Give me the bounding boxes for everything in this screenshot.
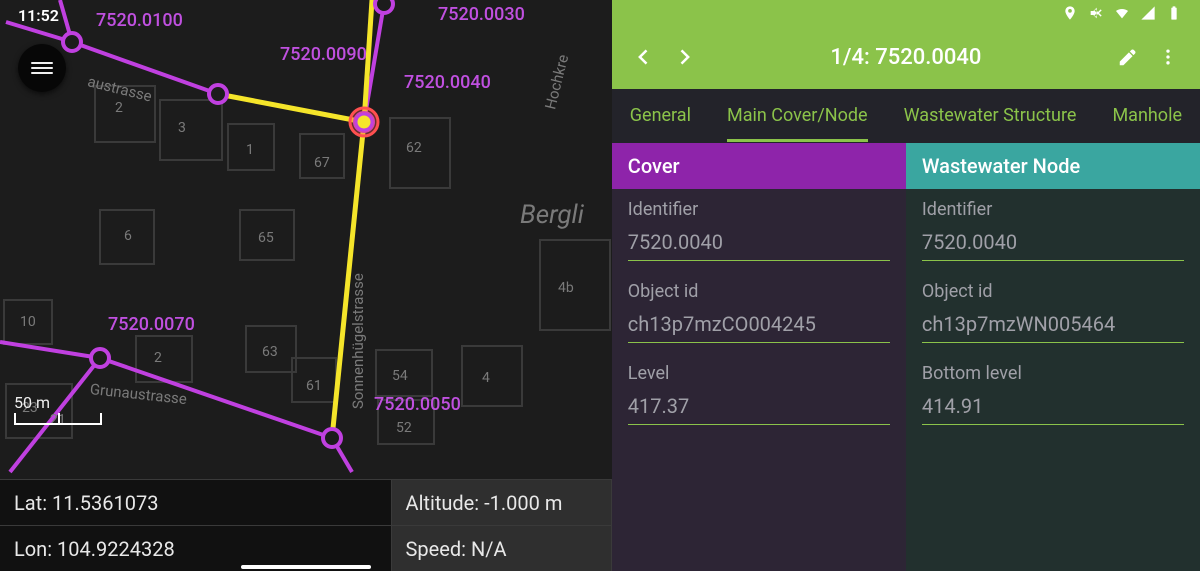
field-label: Identifier: [628, 199, 890, 220]
lat-cell: Lat: 11.5361073: [0, 479, 392, 525]
building-number: 62: [406, 140, 422, 156]
node-label: 7520.0070: [108, 314, 195, 335]
field-label: Object id: [628, 281, 890, 302]
field-label: Level: [628, 363, 890, 384]
field-label: Bottom level: [922, 363, 1184, 384]
feature-title: 1/4: 7520.0040: [704, 45, 1108, 70]
street-label: Sonnenhügelstrasse: [349, 273, 367, 409]
building-number: 4: [482, 370, 490, 386]
prev-feature-button[interactable]: [624, 37, 664, 77]
building-number: 3: [178, 120, 186, 136]
location-icon: [1062, 5, 1078, 21]
cover-field: Object id ch13p7mzCO004245: [628, 281, 890, 343]
field-label: Object id: [922, 281, 1184, 302]
scale-bar: 50 m: [14, 393, 102, 425]
tab-bar: GeneralMain Cover/NodeWastewater Structu…: [612, 89, 1200, 143]
gps-info-table: Lat: 11.5361073 Altitude: -1.000 m Lon: …: [0, 479, 612, 571]
app-bar: 1/4: 7520.0040: [612, 25, 1200, 89]
building-number: 2: [115, 100, 123, 116]
overflow-menu-button[interactable]: [1148, 37, 1188, 77]
form-pane: 1/4: 7520.0040 GeneralMain Cover/NodeWas…: [612, 0, 1200, 571]
tab-manhole[interactable]: Manhole: [1094, 89, 1200, 142]
battery-icon: [1166, 5, 1182, 21]
field-input[interactable]: 7520.0040: [628, 230, 890, 261]
tab-general[interactable]: General: [612, 89, 709, 142]
building-number: 61: [306, 378, 322, 394]
wwnode-field: Bottom level 414.91: [922, 363, 1184, 425]
field-input[interactable]: 417.37: [628, 394, 890, 425]
tab-wastewater-structure[interactable]: Wastewater Structure: [886, 89, 1095, 142]
building-number: 4b: [558, 280, 574, 296]
wwnode-field: Object id ch13p7mzWN005464: [922, 281, 1184, 343]
system-status-bar: [612, 0, 1200, 25]
cover-field: Level 417.37: [628, 363, 890, 425]
area-label: Bergli: [520, 200, 584, 230]
field-input[interactable]: 414.91: [922, 394, 1184, 425]
cover-field: Identifier 7520.0040: [628, 199, 890, 261]
cover-header: Cover: [612, 143, 906, 189]
field-input[interactable]: ch13p7mzCO004245: [628, 312, 890, 343]
map-pane[interactable]: 7520.0100 7520.0090 7520.0030 7520.0040 7520…: [0, 0, 612, 571]
building-number: 6: [124, 228, 132, 244]
node-label: 7520.0090: [280, 44, 367, 65]
building-number: 1: [246, 142, 254, 158]
next-feature-button[interactable]: [664, 37, 704, 77]
building-number: 63: [262, 344, 278, 360]
signal-icon: [1140, 5, 1156, 21]
building-number: 54: [392, 368, 408, 384]
field-label: Identifier: [922, 199, 1184, 220]
building-number: 65: [258, 230, 274, 246]
node-label: 7520.0100: [96, 10, 183, 31]
hamburger-menu-button[interactable]: [18, 44, 66, 92]
status-clock: 11:52: [18, 6, 59, 25]
gesture-bar: [241, 565, 371, 569]
node-label: 7520.0030: [438, 4, 525, 25]
wifi-icon: [1114, 5, 1130, 21]
speed-cell: Speed: N/A: [392, 525, 612, 571]
building-number: 2: [154, 350, 162, 366]
wwnode-field: Identifier 7520.0040: [922, 199, 1184, 261]
alt-cell: Altitude: -1.000 m: [392, 479, 612, 525]
volume-off-icon: [1088, 5, 1104, 21]
building-number: 52: [396, 420, 412, 436]
building-number: 67: [314, 155, 330, 171]
wastewater-node-column: Wastewater Node Identifier 7520.0040 Objec…: [906, 143, 1200, 571]
field-input[interactable]: 7520.0040: [922, 230, 1184, 261]
node-label: 7520.0050: [374, 394, 461, 415]
cover-column: Cover Identifier 7520.0040 Object id ch13p7…: [612, 143, 906, 571]
field-input[interactable]: ch13p7mzWN005464: [922, 312, 1184, 343]
node-label: 7520.0040: [404, 72, 491, 93]
edit-geometry-button[interactable]: [1108, 37, 1148, 77]
wwnode-header: Wastewater Node: [906, 143, 1200, 189]
building-number: 10: [20, 314, 36, 330]
tab-main-cover-node[interactable]: Main Cover/Node: [709, 89, 886, 142]
